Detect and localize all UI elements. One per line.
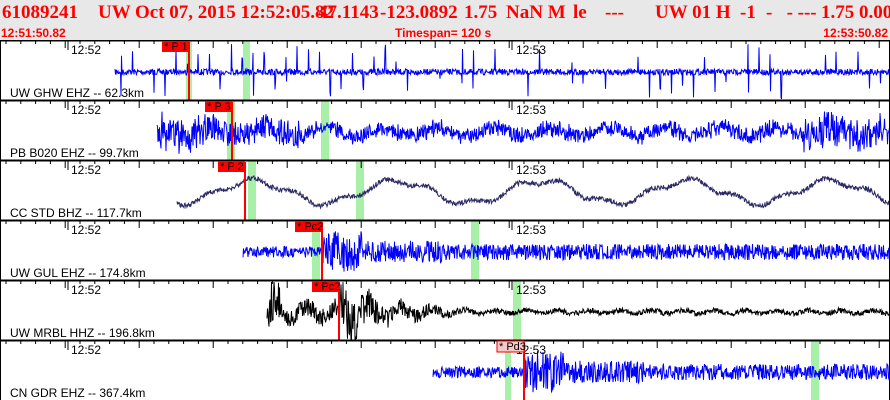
- pick-label: * P 1: [164, 41, 188, 53]
- pick-label: * P 2: [220, 161, 244, 173]
- channel-panel[interactable]: 12:52 12:53 * Pc2 UW GUL EHZ -- 174.8km: [0, 219, 890, 280]
- event-magnitude: NaN M: [506, 2, 566, 23]
- time-label: 12:53: [516, 163, 546, 177]
- time-label: 12:53: [516, 103, 546, 117]
- pick-label: * Pd3: [499, 341, 526, 353]
- event-lon: -123.0892: [380, 2, 458, 23]
- event-id: 61089241: [2, 2, 78, 23]
- waveform-trace: [156, 111, 890, 154]
- pick-label: * Pc2: [297, 221, 323, 233]
- seismogram-panels[interactable]: 12:52 12:53* P 1UW GHW EHZ -- 62.3km12:52…: [0, 40, 890, 400]
- event-lat: 47.1143: [318, 2, 379, 23]
- channel-label: CN GDR EHZ -- 367.4km: [10, 386, 145, 400]
- waveform-trace: [266, 281, 890, 340]
- pick-window: [356, 160, 364, 220]
- dashes-1: ---: [605, 2, 624, 23]
- time-label: 12:52: [71, 163, 101, 177]
- event-depth: 1.75: [464, 2, 498, 23]
- channel-panel[interactable]: 12:52 12:53* Pd3CN GDR EHZ -- 367.4km: [0, 339, 890, 400]
- end-time: 12:53:50.82: [823, 26, 888, 40]
- pick-window: [248, 160, 256, 220]
- waveform-trace: [242, 231, 890, 272]
- start-time: 12:51:50.82: [1, 26, 66, 40]
- time-label: 12:52: [71, 343, 101, 357]
- time-label: 12:53: [516, 283, 546, 297]
- dashes-2: - - ---: [766, 2, 817, 23]
- channel-panel[interactable]: 12:52 12:53 * P 3 PB B020 EHZ -- 99.7km: [0, 99, 890, 160]
- pick-label: * P 3: [207, 101, 231, 113]
- channel-label: UW GHW EHZ -- 62.3km: [10, 86, 144, 100]
- time-label: 12:53: [516, 43, 546, 57]
- channel-label: UW MRBL HHZ -- 196.8km: [10, 326, 155, 340]
- channel-label: PB B020 EHZ -- 99.7km: [10, 146, 139, 160]
- timespan: Timespan= 120 s: [395, 26, 492, 40]
- event-type: le: [573, 2, 587, 23]
- event-flag: -1: [740, 2, 756, 23]
- waveform-trace: [432, 351, 890, 394]
- time-label: 12:53: [516, 223, 546, 237]
- event-header: 61089241 UW Oct 07, 2015 12:52:05.82 47.…: [0, 0, 890, 40]
- time-label: 12:52: [71, 223, 101, 237]
- time-label: 12:52: [71, 103, 101, 117]
- time-label: 12:52: [71, 283, 101, 297]
- time-label: 12:52: [71, 43, 101, 57]
- waveform-trace: [176, 174, 890, 210]
- channel-panel[interactable]: 12:52 12:53 * P 1 UW GHW EHZ -- 62.3km: [0, 40, 890, 100]
- waveform-trace: [114, 44, 890, 100]
- channel-label: UW GUL EHZ -- 174.8km: [10, 266, 146, 280]
- event-datetime: Oct 07, 2015 12:52:05.82: [135, 2, 334, 23]
- channel-panel[interactable]: 12:52 12:53 * Pc2 UW MRBL HHZ -- 196.8km: [0, 279, 890, 340]
- channel-panel[interactable]: 12:52 12:53 * P 2 CC STD BHZ -- 117.7km: [0, 159, 890, 220]
- event-values: 1.75 0.00: [821, 2, 890, 23]
- event-source: UW 01 H: [655, 2, 731, 23]
- channel-label: CC STD BHZ -- 117.7km: [10, 206, 142, 220]
- pick-label: * Pc2: [314, 281, 340, 293]
- event-network: UW: [98, 2, 131, 23]
